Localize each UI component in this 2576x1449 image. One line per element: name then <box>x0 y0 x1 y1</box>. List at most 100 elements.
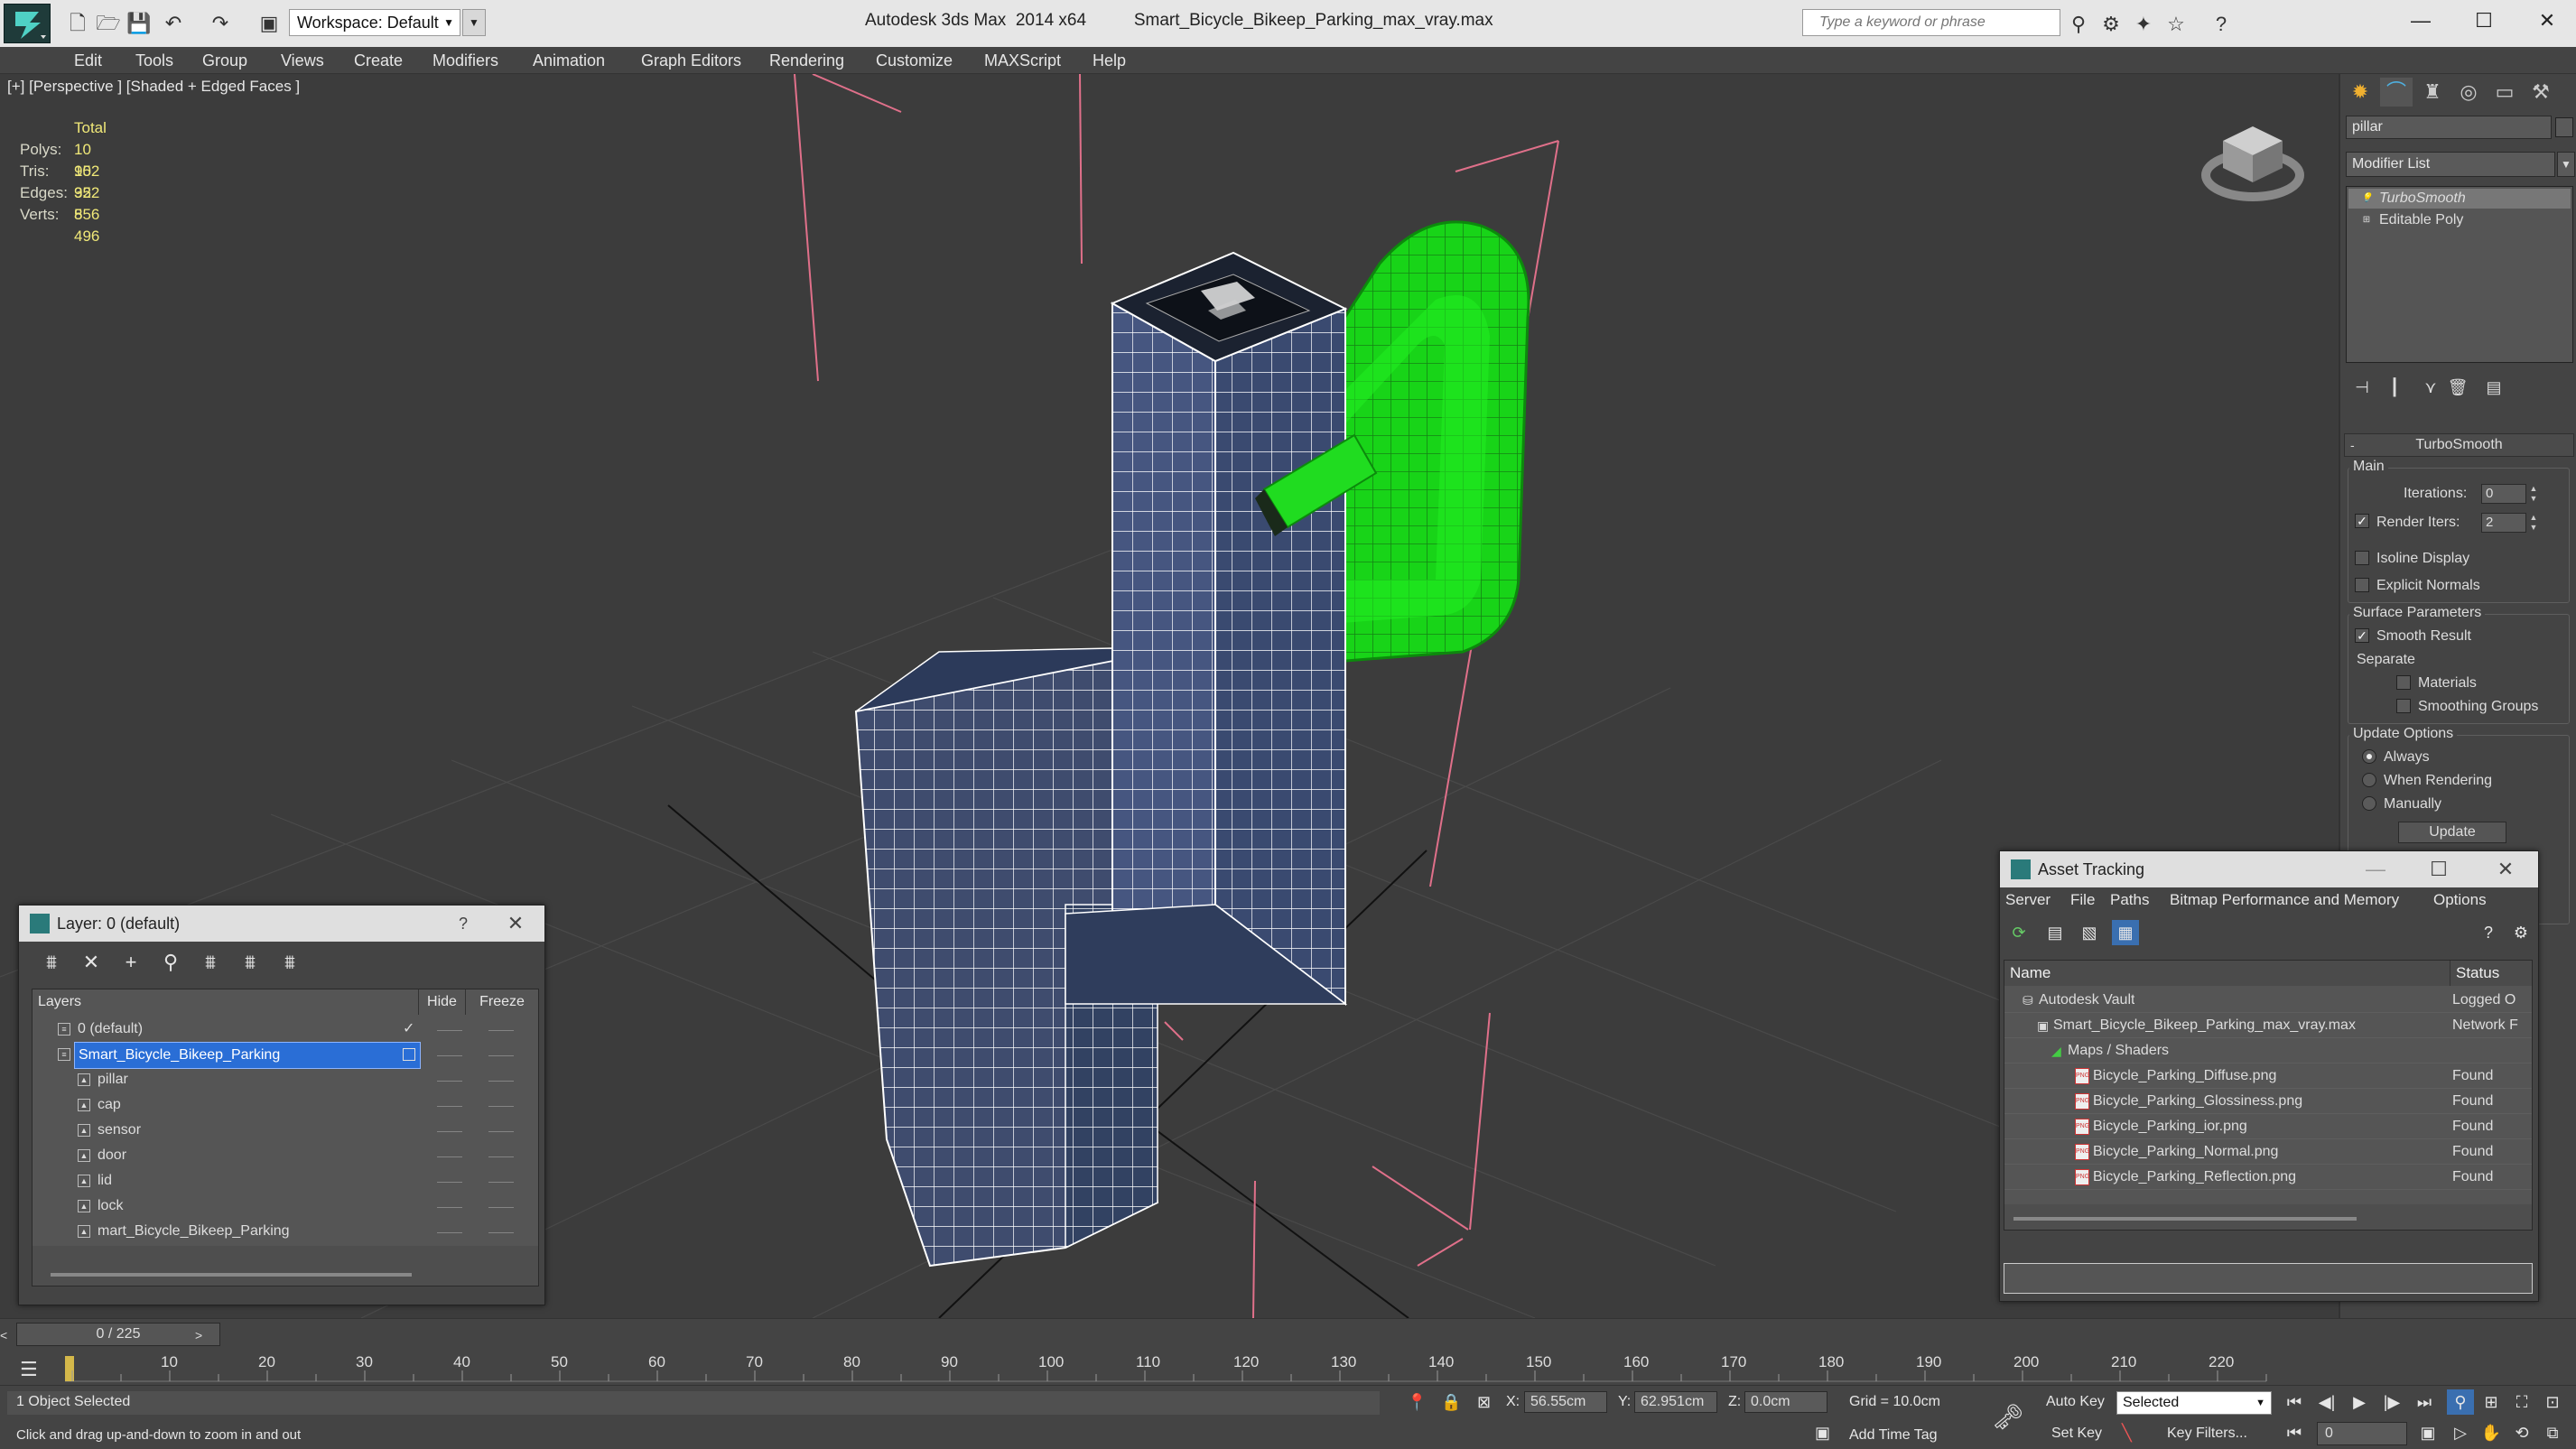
workspace-dropdown[interactable]: Workspace: Default ▼ <box>289 9 460 36</box>
spinner-arrows-icon[interactable]: ▲ ▼ <box>2528 513 2539 533</box>
freeze-toggle[interactable]: —— <box>488 1168 514 1194</box>
asset-row[interactable]: PNG Bicycle_Parking_Normal.png Found <box>2004 1139 2532 1165</box>
settings-icon[interactable]: ⚙ <box>2507 920 2534 945</box>
hide-all-layers-icon[interactable]: ⩩ <box>236 949 265 976</box>
menu-rendering[interactable]: Rendering <box>769 51 844 70</box>
layer-dialog-titlebar[interactable]: Layer: 0 (default) ? ✕ <box>19 906 544 942</box>
create-tab-icon[interactable]: ✹ <box>2344 78 2376 107</box>
explicit-normals-checkbox[interactable] <box>2355 578 2369 592</box>
make-unique-icon[interactable]: ⋎ <box>2418 376 2443 399</box>
next-frame-icon[interactable]: |▶ <box>2378 1389 2405 1415</box>
favorites-star-icon[interactable]: ☆ <box>2163 13 2189 36</box>
project-folder-icon[interactable]: ▣ <box>256 11 282 36</box>
menu-group[interactable]: Group <box>202 51 247 70</box>
asset-menu-bitmap[interactable]: Bitmap Performance and Memory <box>2170 891 2399 909</box>
set-key-icon[interactable]: ╲ <box>2122 1424 2132 1443</box>
current-frame-field[interactable]: 0 <box>2317 1422 2407 1445</box>
asset-menu-server[interactable]: Server <box>2005 891 2051 909</box>
zoom-icon[interactable]: ⚲ <box>2447 1389 2474 1415</box>
isolate-selection-icon[interactable]: 📍 <box>1407 1393 1427 1412</box>
set-key-button[interactable]: Set Key <box>2051 1426 2102 1442</box>
spinner-arrows-icon[interactable]: ▲ ▼ <box>2528 484 2539 504</box>
orbit-icon[interactable]: ⟲ <box>2508 1420 2535 1445</box>
time-config-icon[interactable]: ▣ <box>2414 1420 2441 1445</box>
time-slider[interactable]: 0 / 225 <box>16 1323 220 1346</box>
list-view-icon[interactable]: ▤ <box>2041 920 2069 945</box>
hide-toggle[interactable]: —— <box>437 1118 462 1143</box>
redo-icon[interactable]: ↷ <box>208 11 233 36</box>
close-icon[interactable]: ✕ <box>2488 851 2524 887</box>
object-row[interactable]: ▲ lid —— —— <box>33 1168 538 1194</box>
hide-toggle[interactable]: —— <box>437 1219 462 1244</box>
help-icon[interactable]: ? <box>2475 920 2502 945</box>
zoom-extents-all-icon[interactable]: ⊡ <box>2539 1389 2566 1415</box>
new-file-icon[interactable]: 🗋 <box>65 11 90 36</box>
close-icon[interactable]: ✕ <box>498 906 534 942</box>
object-name-field[interactable]: pillar <box>2346 116 2552 139</box>
layer-row[interactable]: ≡ 0 (default) ✓ —— —— <box>33 1017 538 1042</box>
column-header-hide[interactable]: Hide <box>419 989 466 1015</box>
object-row[interactable]: ▲ lock —— —— <box>33 1194 538 1219</box>
menu-modifiers[interactable]: Modifiers <box>432 51 498 70</box>
column-header-status[interactable]: Status <box>2450 961 2532 986</box>
refresh-icon[interactable]: ⟳ <box>2005 920 2032 945</box>
highlight-layer-icon[interactable]: ⩩ <box>196 949 225 976</box>
add-to-layer-icon[interactable]: + <box>116 949 145 976</box>
absolute-mode-icon[interactable]: ⊠ <box>1477 1393 1491 1412</box>
key-mode-icon[interactable]: 🗝 <box>1992 1402 2024 1432</box>
z-coord-field[interactable]: 0.0cm <box>1744 1391 1827 1413</box>
column-header-layers[interactable]: Layers <box>33 989 419 1015</box>
asset-menu-file[interactable]: File <box>2070 891 2095 909</box>
rollout-header[interactable]: - TurboSmooth <box>2344 433 2574 457</box>
track-bar[interactable]: ☰ 10 20 30 40 50 60 70 80 90 100 110 120 130 140 150 16… <box>0 1351 2576 1385</box>
lock-selection-icon[interactable]: 🔒 <box>1441 1393 1461 1412</box>
remove-modifier-icon[interactable]: 🗑 <box>2445 376 2470 399</box>
manually-radio[interactable] <box>2362 796 2376 811</box>
modifier-list-dropdown[interactable]: Modifier List <box>2346 152 2555 177</box>
pan-view-icon[interactable]: ✋ <box>2478 1420 2505 1445</box>
x-coord-field[interactable]: 56.55cm <box>1524 1391 1607 1413</box>
chevron-down-icon[interactable]: ▼ <box>2557 152 2575 177</box>
menu-animation[interactable]: Animation <box>533 51 605 70</box>
y-coord-field[interactable]: 62.951cm <box>1634 1391 1717 1413</box>
update-button[interactable]: Update <box>2398 822 2506 843</box>
hide-toggle[interactable]: —— <box>437 1092 462 1118</box>
stack-item-editable-poly[interactable]: ⊞ Editable Poly <box>2348 210 2571 230</box>
go-to-start-icon[interactable]: ⏮ <box>2281 1389 2308 1415</box>
menu-views[interactable]: Views <box>281 51 324 70</box>
modify-tab-icon[interactable]: ⌒ <box>2380 78 2413 107</box>
smooth-result-checkbox[interactable]: ✓ <box>2355 628 2369 643</box>
key-mode-toggle-icon[interactable]: ⏮ <box>2281 1420 2308 1445</box>
hide-toggle[interactable]: —— <box>437 1067 462 1092</box>
hide-toggle[interactable]: —— <box>437 1042 462 1067</box>
freeze-toggle[interactable]: —— <box>488 1092 514 1118</box>
asset-row[interactable]: PNG Bicycle_Parking_Reflection.png Found <box>2004 1165 2532 1190</box>
asset-row[interactable]: ◢ Maps / Shaders <box>2004 1038 2532 1064</box>
next-frame-icon[interactable]: > <box>195 1328 202 1342</box>
freeze-toggle[interactable]: —— <box>488 1017 514 1042</box>
minimize-icon[interactable]: — <box>2389 0 2452 42</box>
object-row[interactable]: ▲ mart_Bicycle_Bikeep_Parking —— —— <box>33 1219 538 1244</box>
display-tab-icon[interactable]: ▭ <box>2488 78 2521 107</box>
minimize-icon[interactable]: — <box>2357 851 2394 887</box>
configure-sets-icon[interactable]: ▤ <box>2481 376 2506 399</box>
maximize-viewport-icon[interactable]: ⧉ <box>2539 1420 2566 1445</box>
undo-icon[interactable]: ↶ <box>161 11 186 36</box>
freeze-all-layers-icon[interactable]: ⩩ <box>275 949 304 976</box>
go-to-end-icon[interactable]: ⏭ <box>2411 1389 2438 1415</box>
layer-row-selected[interactable]: ≡ Smart_Bicycle_Bikeep_Parking —— —— <box>33 1042 538 1069</box>
freeze-toggle[interactable]: —— <box>488 1067 514 1092</box>
help-icon[interactable]: ? <box>445 906 481 942</box>
viewport-label[interactable]: [+] [Perspective ] [Shaded + Edged Faces… <box>7 78 300 96</box>
freeze-toggle[interactable]: —— <box>488 1042 514 1067</box>
utilities-tab-icon[interactable]: ⚒ <box>2525 78 2557 107</box>
menu-edit[interactable]: Edit <box>74 51 102 70</box>
menu-maxscript[interactable]: MAXScript <box>984 51 1061 70</box>
hide-toggle[interactable]: —— <box>437 1168 462 1194</box>
app-logo-icon[interactable] <box>4 4 51 43</box>
asset-row[interactable]: ⛁ Autodesk Vault Logged O <box>2004 988 2532 1013</box>
delete-layer-icon[interactable]: ✕ <box>77 949 106 976</box>
asset-row[interactable]: PNG Bicycle_Parking_Diffuse.png Found <box>2004 1064 2532 1089</box>
zoom-all-icon[interactable]: ⊞ <box>2478 1389 2505 1415</box>
menu-graph-editors[interactable]: Graph Editors <box>641 51 741 70</box>
